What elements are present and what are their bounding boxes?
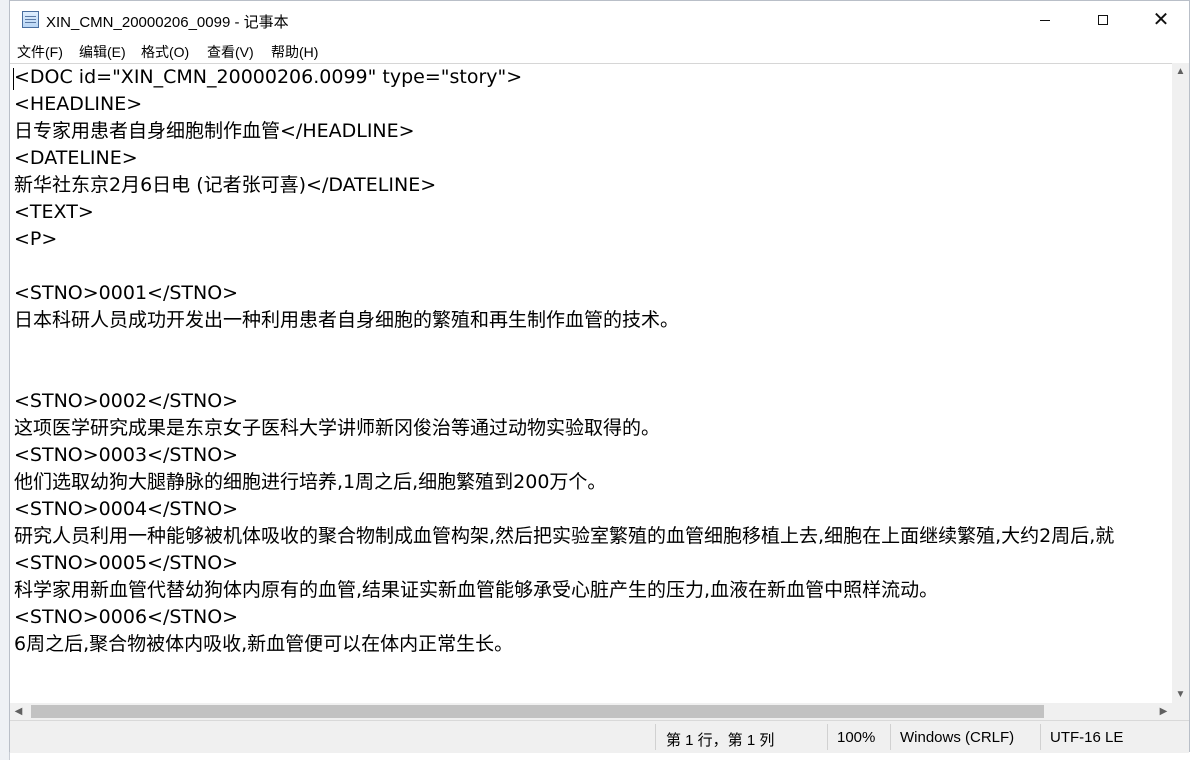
text-line: 研究人员利用一种能够被机体吸收的聚合物制成血管构架,然后把实验室繁殖的血管细胞移… (14, 525, 1115, 547)
text-line: 他们选取幼狗大腿静脉的细胞进行培养,1周之后,细胞繁殖到200万个。 (14, 471, 607, 493)
menu-bar: 文件(F) 编辑(E) 格式(O) 查看(V) 帮助(H) (10, 39, 1189, 63)
status-divider (827, 724, 828, 750)
menu-file[interactable]: 文件(F) (17, 42, 63, 62)
maximize-button[interactable] (1080, 1, 1126, 39)
text-line: 日本科研人员成功开发出一种利用患者自身细胞的繁殖和再生制作血管的技术。 (14, 309, 680, 331)
text-line: 6周之后,聚合物被体内吸收,新血管便可以在体内正常生长。 (14, 633, 514, 655)
text-line: <DOC id="XIN_CMN_20000206.0099" type="st… (14, 66, 523, 88)
text-line: <STNO>0005</STNO> (14, 552, 239, 574)
text-line: 日专家用患者自身细胞制作血管</HEADLINE> (14, 120, 415, 142)
close-icon: ✕ (1152, 9, 1170, 31)
close-button[interactable]: ✕ (1138, 1, 1184, 39)
text-line: 这项医学研究成果是东京女子医科大学讲师新冈俊治等通过动物实验取得的。 (14, 417, 661, 439)
text-line: <DATELINE> (14, 147, 138, 169)
minimize-button[interactable] (1022, 1, 1068, 39)
text-line: <STNO>0004</STNO> (14, 498, 239, 520)
horizontal-scrollbar[interactable]: ◀ ▶ (10, 703, 1172, 720)
status-bar: 第 1 行，第 1 列 100% Windows (CRLF) UTF-16 L… (10, 720, 1189, 753)
encoding: UTF-16 LE (1050, 729, 1124, 746)
status-divider (890, 724, 891, 750)
minimize-icon (1040, 19, 1050, 21)
zoom-level: 100% (837, 729, 876, 746)
text-line: 科学家用新血管代替幼狗体内原有的血管,结果证实新血管能够承受心脏产生的压力,血液… (14, 579, 939, 601)
text-line: <STNO>0002</STNO> (14, 390, 239, 412)
scroll-left-icon[interactable]: ◀ (10, 703, 27, 720)
scroll-right-icon[interactable]: ▶ (1155, 703, 1172, 720)
line-ending: Windows (CRLF) (900, 729, 1015, 746)
status-divider (655, 724, 656, 750)
text-line: 新华社东京2月6日电 (记者张可喜)</DATELINE> (14, 174, 437, 196)
menu-help[interactable]: 帮助(H) (271, 42, 318, 62)
window-title: XIN_CMN_20000206_0099 - 记事本 (46, 14, 289, 31)
menu-edit[interactable]: 编辑(E) (79, 42, 126, 62)
text-editor[interactable]: <DOC id="XIN_CMN_20000206.0099" type="st… (10, 63, 1172, 704)
menu-view[interactable]: 查看(V) (207, 42, 254, 62)
title-bar[interactable]: XIN_CMN_20000206_0099 - 记事本 ✕ (10, 1, 1189, 39)
cursor-position: 第 1 行，第 1 列 (666, 732, 775, 749)
text-line: <P> (14, 228, 58, 250)
status-divider (1040, 724, 1041, 750)
horizontal-scroll-thumb[interactable] (31, 705, 1044, 718)
text-line: <STNO>0001</STNO> (14, 282, 239, 304)
scroll-down-icon[interactable]: ▼ (1172, 686, 1189, 703)
vertical-scrollbar[interactable]: ▲ ▼ (1172, 63, 1189, 703)
notepad-window: XIN_CMN_20000206_0099 - 记事本 ✕ 文件(F) 编辑(E… (9, 0, 1190, 753)
text-line: <HEADLINE> (14, 93, 143, 115)
text-line: <STNO>0006</STNO> (14, 606, 239, 628)
text-line: <STNO>0003</STNO> (14, 444, 239, 466)
notepad-icon (22, 11, 39, 28)
text-line: <TEXT> (14, 201, 94, 223)
scrollbar-corner (1172, 703, 1189, 720)
menu-format[interactable]: 格式(O) (141, 42, 189, 62)
maximize-icon (1098, 15, 1108, 25)
scroll-up-icon[interactable]: ▲ (1172, 63, 1189, 80)
